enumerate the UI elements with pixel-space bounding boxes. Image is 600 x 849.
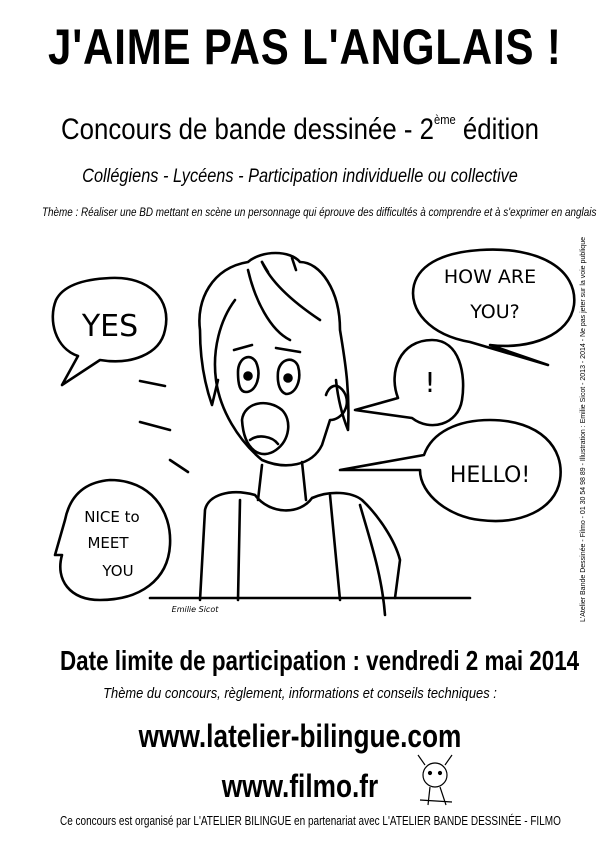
character-shirt xyxy=(198,491,402,602)
bubble-how-text-2: YOU? xyxy=(469,301,520,323)
bubble-nice-text-1: NICE to xyxy=(84,508,139,526)
bubble-exclamation xyxy=(353,338,465,427)
bubble-nice-text-3: YOU xyxy=(101,562,133,580)
bubble-excl-text: ! xyxy=(424,366,435,399)
bubble-how-text-1: HOW ARE xyxy=(444,266,536,288)
character-head xyxy=(213,298,349,467)
info-line: Thème du concours, règlement, informatio… xyxy=(103,685,497,702)
bubble-nice-text-2: MEET xyxy=(87,534,129,552)
bubble-yes-text: YES xyxy=(81,309,138,344)
website-filmo[interactable]: www.filmo.fr xyxy=(54,768,546,805)
credit-line: L'Atelier Bande Dessinée - Filmo - 01 30… xyxy=(580,237,587,622)
footer-organizer: Ce concours est organisé par L'ATELIER B… xyxy=(60,814,561,828)
deadline: Date limite de participation : vendredi … xyxy=(60,645,580,676)
artist-signature: Emilie Sicot xyxy=(172,605,220,614)
website-latelier[interactable]: www.latelier-bilingue.com xyxy=(54,718,546,755)
bubble-hello-text: HELLO! xyxy=(450,463,530,488)
